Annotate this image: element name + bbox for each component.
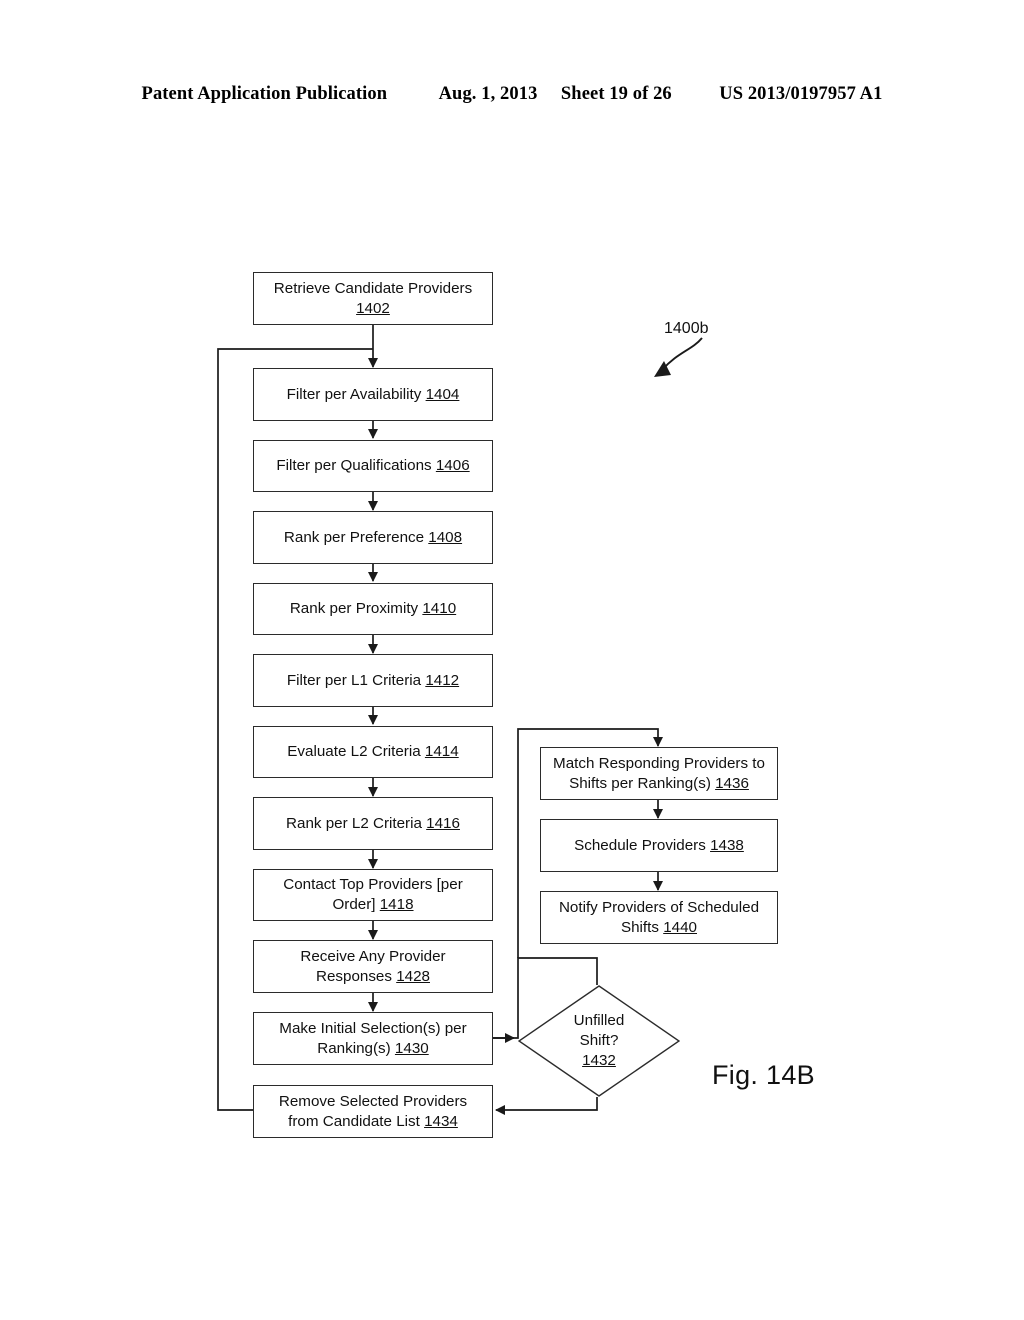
flowchart-diagram: Retrieve Candidate Providers 1402 Filter… xyxy=(0,0,1024,1320)
flow-node-1434[interactable]: Remove Selected Providers from Candidate… xyxy=(253,1085,493,1138)
callout-curved-arrow-icon xyxy=(654,337,703,377)
flow-node-1410-text: Rank per Proximity 1410 xyxy=(289,600,457,618)
flow-node-1410-ref: 1410 xyxy=(422,600,457,618)
flow-node-1416[interactable]: Rank per L2 Criteria 1416 xyxy=(253,797,493,850)
flow-node-1406-text: Filter per Qualifications 1406 xyxy=(276,457,470,475)
figure-caption: Fig. 14B xyxy=(712,1060,815,1090)
flow-node-1434-text: Remove Selected Providers from Candidate… xyxy=(278,1092,468,1130)
flow-node-1412-ref: 1412 xyxy=(425,671,460,689)
flow-node-1432-ref: 1432 xyxy=(582,1052,616,1070)
flow-node-1418-ref: 1418 xyxy=(379,896,414,913)
flow-node-1428-text: Receive Any Provider Responses 1428 xyxy=(300,947,446,985)
flow-node-1438-text: Schedule Providers 1438 xyxy=(574,836,744,854)
flowchart-connectors xyxy=(217,325,664,1116)
flow-node-1440[interactable]: Notify Providers of Scheduled Shifts 144… xyxy=(540,891,778,944)
flow-node-1410[interactable]: Rank per Proximity 1410 xyxy=(253,583,493,635)
flow-node-1428-ref: 1428 xyxy=(396,967,430,985)
flow-node-1414-ref: 1414 xyxy=(424,743,459,761)
flow-node-1430-ref: 1430 xyxy=(394,1039,429,1057)
flow-node-1408-ref: 1408 xyxy=(428,528,463,546)
flow-node-1438-ref: 1438 xyxy=(710,836,744,854)
flow-node-1412[interactable]: Filter per L1 Criteria 1412 xyxy=(253,654,493,707)
flow-node-1404[interactable]: Filter per Availability 1404 xyxy=(253,368,493,421)
flow-node-1402-text: Retrieve Candidate Providers 1402 xyxy=(273,279,473,317)
flow-node-1408-text: Rank per Preference 1408 xyxy=(283,528,463,546)
flow-node-1414[interactable]: Evaluate L2 Criteria 1414 xyxy=(253,726,493,778)
flow-node-1402[interactable]: Retrieve Candidate Providers 1402 xyxy=(253,272,493,325)
flow-node-1430-text: Make Initial Selection(s) per Ranking(s)… xyxy=(279,1019,467,1057)
flow-node-1440-text: Notify Providers of Scheduled Shifts 144… xyxy=(558,898,760,936)
flow-node-1402-ref: 1402 xyxy=(356,299,390,317)
flow-node-1416-ref: 1416 xyxy=(426,814,460,832)
flow-node-1408[interactable]: Rank per Preference 1408 xyxy=(253,511,493,564)
flow-node-1418[interactable]: Contact Top Providers [per Order] 1418 xyxy=(253,869,493,921)
flow-node-1406[interactable]: Filter per Qualifications 1406 xyxy=(253,440,493,492)
flow-node-1430[interactable]: Make Initial Selection(s) per Ranking(s)… xyxy=(253,1012,493,1065)
flow-node-1404-text: Filter per Availability 1404 xyxy=(286,385,460,403)
flow-node-1428[interactable]: Receive Any Provider Responses 1428 xyxy=(253,940,493,993)
flow-node-1432-decision[interactable]: Unfilled Shift? 1432 xyxy=(518,985,680,1097)
flow-node-1406-ref: 1406 xyxy=(435,457,470,475)
flow-node-1432-text: Unfilled Shift? 1432 xyxy=(518,985,680,1097)
flow-node-1436[interactable]: Match Responding Providers to Shifts per… xyxy=(540,747,778,800)
flow-node-1440-ref: 1440 xyxy=(663,918,697,936)
flow-node-1412-text: Filter per L1 Criteria 1412 xyxy=(286,671,460,689)
flow-node-1414-text: Evaluate L2 Criteria 1414 xyxy=(287,743,459,761)
flow-node-1416-text: Rank per L2 Criteria 1416 xyxy=(286,814,460,832)
flow-node-1404-ref: 1404 xyxy=(425,385,460,403)
callout-label-1400b: 1400b xyxy=(664,320,709,337)
flow-node-1438[interactable]: Schedule Providers 1438 xyxy=(540,819,778,872)
flow-node-1436-ref: 1436 xyxy=(715,774,749,792)
flow-node-1436-text: Match Responding Providers to Shifts per… xyxy=(553,754,765,792)
flow-node-1434-ref: 1434 xyxy=(424,1112,458,1130)
flow-node-1418-text: Contact Top Providers [per Order] 1418 xyxy=(283,876,463,913)
